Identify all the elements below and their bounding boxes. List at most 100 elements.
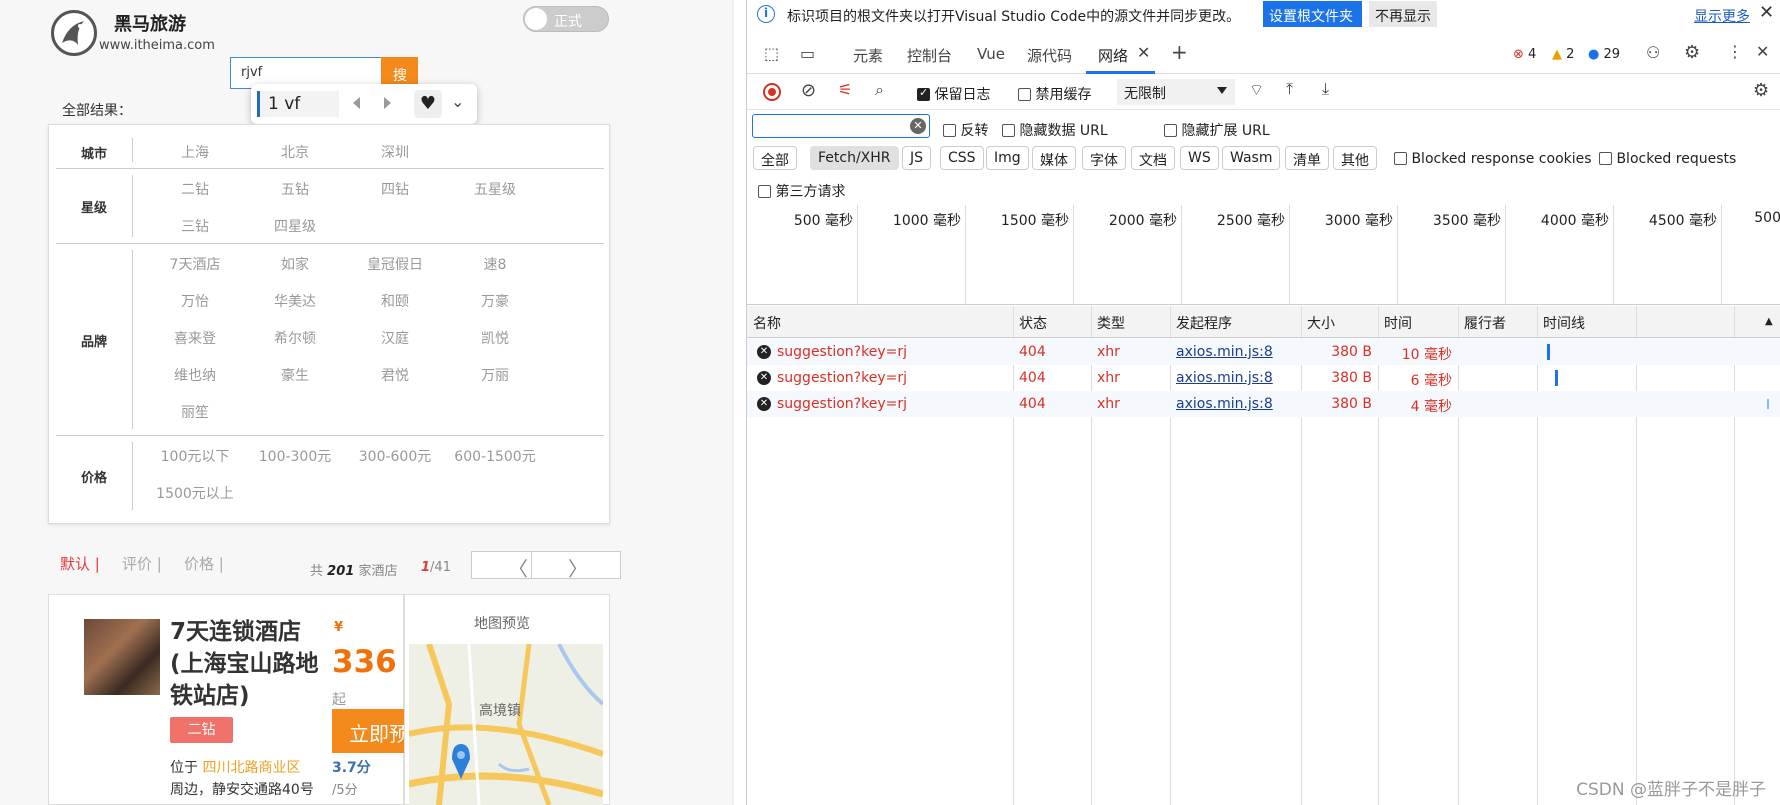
filter-option[interactable]: 二钻 [145, 179, 245, 199]
filter-option[interactable]: 上海 [145, 142, 245, 162]
sort-price[interactable]: 价格 | [184, 553, 224, 574]
disable-cache-checkbox[interactable]: 禁用缓存 [1018, 84, 1091, 104]
table-row[interactable]: ✕ suggestion?key=rj 404 xhr axios.min.js… [747, 339, 1780, 365]
chevron-down-icon[interactable]: ⌄ [451, 92, 464, 111]
network-conditions-icon[interactable]: ⌔ [1249, 80, 1264, 100]
tab-sources[interactable]: 源代码 [1027, 45, 1072, 66]
filter-option[interactable]: 喜来登 [145, 328, 245, 348]
throttle-select[interactable]: 无限制 [1117, 79, 1235, 105]
warning-counter[interactable]: ▲ 2 [1552, 47, 1574, 62]
filter-option[interactable]: 豪生 [245, 365, 345, 385]
table-row[interactable]: ✕ suggestion?key=rj 404 xhr axios.min.js… [747, 365, 1780, 391]
tab-vue[interactable]: Vue [977, 45, 1005, 63]
col-status[interactable]: 状态 [1019, 313, 1047, 333]
next-page-button[interactable]: 〉 [531, 551, 621, 581]
find-favorite-icon[interactable]: ♥ [414, 90, 442, 118]
filter-option[interactable]: 三钻 [145, 216, 245, 236]
blocked-requests-checkbox[interactable]: Blocked requests [1599, 151, 1736, 167]
clear-icon[interactable]: ⊘ [801, 80, 816, 101]
blocked-cookies-checkbox[interactable]: Blocked response cookies [1394, 151, 1592, 167]
env-toggle[interactable]: 正式 [523, 6, 609, 32]
filter-option[interactable]: 四星级 [245, 216, 345, 236]
network-settings-icon[interactable]: ⚙ [1753, 80, 1769, 101]
set-root-folder-button[interactable]: 设置根文件夹 [1263, 1, 1362, 27]
chip-fetch-xhr[interactable]: Fetch/XHR [810, 146, 899, 170]
chip-font[interactable]: 字体 [1082, 146, 1126, 170]
filter-option[interactable]: 五星级 [445, 179, 545, 199]
table-row[interactable]: ✕ suggestion?key=rj 404 xhr axios.min.js… [747, 391, 1780, 417]
filter-option[interactable]: 如家 [245, 254, 345, 274]
chip-doc[interactable]: 文档 [1131, 146, 1175, 170]
close-tab-icon[interactable]: ✕ [1137, 43, 1150, 62]
filter-option[interactable]: 皇冠假日 [345, 254, 445, 274]
inspect-icon[interactable]: ⬚ [764, 44, 779, 63]
col-waterfall[interactable]: 时间线 [1543, 313, 1585, 333]
chip-ws[interactable]: WS [1180, 146, 1219, 170]
filter-icon[interactable]: ⚟ [838, 80, 852, 99]
gear-icon[interactable]: ⚙ [1684, 42, 1700, 63]
chip-all[interactable]: 全部 [753, 146, 797, 170]
chip-js[interactable]: JS [902, 146, 932, 170]
hotel-name[interactable]: 7天连锁酒店(上海宝山路地铁站店) [170, 616, 320, 712]
filter-option[interactable]: 100元以下 [145, 446, 245, 466]
col-time[interactable]: 时间 [1384, 313, 1412, 333]
invert-checkbox[interactable]: 反转 [943, 120, 988, 140]
find-next-icon[interactable] [384, 97, 391, 109]
initiator-link[interactable]: axios.min.js:8 [1176, 344, 1273, 360]
filter-option[interactable]: 100-300元 [245, 446, 345, 466]
import-har-icon[interactable]: ⤒ [1286, 79, 1293, 99]
sort-rating[interactable]: 评价 | [122, 553, 162, 574]
filter-option[interactable]: 汉庭 [345, 328, 445, 348]
export-har-icon[interactable]: ⤓ [1322, 79, 1329, 99]
col-size[interactable]: 大小 [1307, 313, 1335, 333]
filter-input[interactable] [752, 114, 930, 138]
filter-option[interactable]: 1500元以上 [145, 483, 245, 503]
filter-option[interactable]: 君悦 [345, 365, 445, 385]
close-devtools-icon[interactable]: ✕ [1756, 42, 1769, 61]
tab-elements[interactable]: 元素 [853, 45, 883, 66]
find-text[interactable]: 1 vf [257, 91, 339, 117]
filter-option[interactable]: 300-600元 [345, 446, 445, 466]
sort-asc-icon[interactable]: ▲ [1765, 316, 1773, 327]
filter-option[interactable]: 深圳 [345, 142, 445, 162]
preserve-log-checkbox[interactable]: 保留日志 [917, 84, 990, 104]
page-scrollbar[interactable] [732, 0, 734, 805]
third-party-checkbox[interactable]: 第三方请求 [758, 181, 845, 201]
tab-network[interactable]: 网络 [1098, 45, 1128, 66]
business-area-link[interactable]: 四川北路商业区 [202, 760, 300, 776]
dont-show-again-button[interactable]: 不再显示 [1369, 1, 1437, 27]
initiator-link[interactable]: axios.min.js:8 [1176, 370, 1273, 386]
customize-icon[interactable]: ⚇ [1646, 43, 1660, 62]
filter-option[interactable]: 和颐 [345, 291, 445, 311]
device-toolbar-icon[interactable]: ▭ [800, 44, 815, 63]
close-icon[interactable]: ✕ [1759, 2, 1774, 23]
search-icon[interactable]: ⌕ [875, 80, 884, 100]
filter-option[interactable]: 凯悦 [445, 328, 545, 348]
chip-media[interactable]: 媒体 [1032, 146, 1076, 170]
filter-option[interactable]: 五钻 [245, 179, 345, 199]
more-options-icon[interactable]: ⋮ [1727, 42, 1743, 61]
filter-option[interactable]: 600-1500元 [445, 446, 545, 466]
chip-manifest[interactable]: 清单 [1285, 146, 1329, 170]
hide-extension-urls-checkbox[interactable]: 隐藏扩展 URL [1164, 120, 1270, 140]
filter-option[interactable]: 万豪 [445, 291, 545, 311]
chip-wasm[interactable]: Wasm [1222, 146, 1281, 170]
col-fulfilled-by[interactable]: 履行者 [1464, 313, 1506, 333]
sort-default[interactable]: 默认 | [60, 553, 100, 574]
learn-more-link[interactable]: 显示更多 [1694, 6, 1750, 26]
filter-option[interactable]: 速8 [445, 254, 545, 274]
hotel-image[interactable] [84, 619, 160, 695]
filter-option[interactable]: 北京 [245, 142, 345, 162]
add-tab-icon[interactable]: + [1171, 40, 1188, 64]
col-initiator[interactable]: 发起程序 [1176, 313, 1232, 333]
filter-option[interactable]: 维也纳 [145, 365, 245, 385]
find-prev-icon[interactable] [353, 97, 360, 109]
map-preview[interactable]: 高境镇 [409, 644, 603, 805]
record-icon[interactable] [763, 83, 781, 101]
col-name[interactable]: 名称 [753, 313, 781, 333]
filter-option[interactable]: 华美达 [245, 291, 345, 311]
message-counter[interactable]: ● 29 [1588, 47, 1620, 62]
filter-option[interactable]: 万丽 [445, 365, 545, 385]
filter-option[interactable]: 万怡 [145, 291, 245, 311]
chip-other[interactable]: 其他 [1333, 146, 1377, 170]
